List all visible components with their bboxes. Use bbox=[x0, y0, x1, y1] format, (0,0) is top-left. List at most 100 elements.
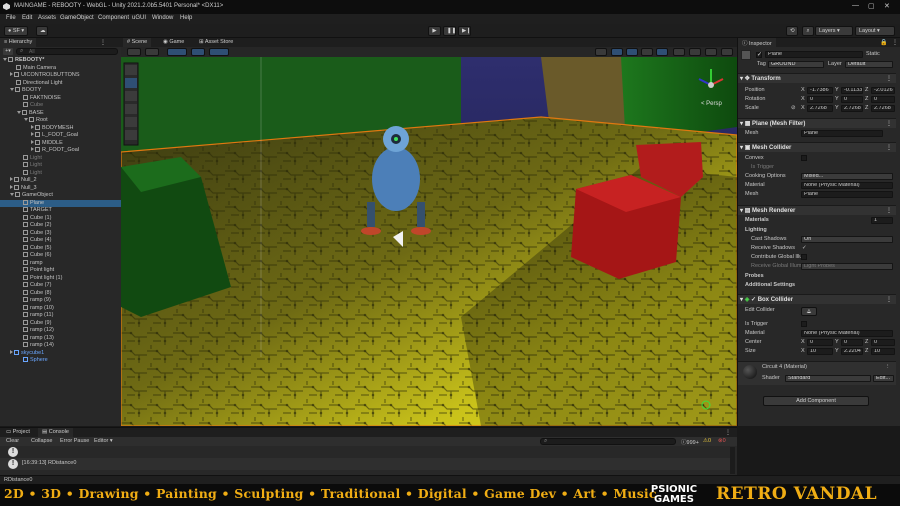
chevron-down-icon[interactable] bbox=[10, 88, 14, 91]
hierarchy-item[interactable]: TARGET bbox=[0, 207, 121, 215]
console-scrollbar[interactable] bbox=[730, 447, 735, 474]
hierarchy-item[interactable]: skycube1 bbox=[0, 349, 121, 358]
rotation-z-field[interactable]: 0 bbox=[871, 96, 895, 103]
more-icon[interactable]: ⋮ bbox=[892, 39, 898, 46]
component-menu-icon[interactable]: ⋮ bbox=[886, 119, 892, 129]
mesh-filter-header[interactable]: ▾ ▦ Plane (Mesh Filter) ⋮ bbox=[738, 118, 896, 128]
add-button[interactable]: +▾ bbox=[3, 48, 13, 55]
error-count-toggle[interactable]: ⊗0 bbox=[718, 438, 726, 444]
cloud-button[interactable]: ☁ bbox=[36, 26, 48, 36]
fx-toggle[interactable] bbox=[626, 48, 638, 56]
chevron-down-icon[interactable] bbox=[24, 118, 28, 121]
chevron-right-icon[interactable] bbox=[10, 349, 13, 354]
tab-asset-store[interactable]: ⊞ Asset Store bbox=[195, 38, 237, 47]
hierarchy-item[interactable]: BODYMESH bbox=[0, 124, 121, 133]
component-menu-icon[interactable]: ⋮ bbox=[886, 206, 892, 216]
camera-dropdown[interactable] bbox=[689, 48, 701, 56]
menu-file[interactable]: File bbox=[6, 15, 16, 21]
link-icon[interactable]: ⊘ bbox=[791, 104, 796, 112]
hierarchy-item[interactable]: L_FOOT_Goal bbox=[0, 132, 121, 140]
collider-mesh-field[interactable]: Plane bbox=[801, 191, 893, 198]
tab-scene[interactable]: # Scene bbox=[123, 38, 152, 47]
chevron-right-icon[interactable] bbox=[31, 139, 34, 144]
component-menu-icon[interactable]: ⋮ bbox=[886, 143, 892, 153]
tab-game[interactable]: ◉ Game bbox=[159, 38, 188, 47]
hierarchy-item[interactable]: GameObject bbox=[0, 192, 121, 200]
hierarchy-item[interactable]: ramp (13) bbox=[0, 334, 121, 343]
menu-component[interactable]: Component bbox=[98, 15, 129, 21]
hierarchy-item[interactable]: Point light bbox=[0, 267, 121, 275]
hidden-objects-toggle[interactable] bbox=[673, 48, 685, 56]
hierarchy-item[interactable]: Cube (6) bbox=[0, 252, 121, 260]
hierarchy-item[interactable]: Root bbox=[0, 117, 121, 125]
collider-material-field[interactable]: None (Physic Material) bbox=[801, 182, 893, 189]
log-entry[interactable] bbox=[0, 458, 730, 470]
chevron-right-icon[interactable] bbox=[31, 124, 34, 129]
hierarchy-item[interactable]: Cube (2) bbox=[0, 222, 121, 230]
maximize-button[interactable]: ▢ bbox=[868, 2, 875, 10]
chevron-right-icon[interactable] bbox=[10, 177, 13, 181]
box-collider-header[interactable]: ▾ ◈ ✓ Box Collider ⋮ bbox=[738, 294, 896, 304]
position-x-field[interactable]: -1.7386 bbox=[807, 87, 833, 94]
tag-dropdown[interactable]: GROUND bbox=[768, 61, 824, 68]
chevron-down-icon[interactable] bbox=[17, 110, 21, 114]
mesh-renderer-header[interactable]: ▾ ▤ Mesh Renderer ⋮ bbox=[738, 205, 896, 215]
chevron-down-icon[interactable] bbox=[10, 193, 14, 196]
hierarchy-item[interactable]: Cube (1) bbox=[0, 214, 121, 223]
lighting-foldout[interactable]: Lighting bbox=[745, 226, 767, 234]
center-z-field[interactable]: 0 bbox=[871, 339, 895, 346]
hierarchy-item[interactable]: Light bbox=[0, 162, 121, 170]
menu-help[interactable]: Help bbox=[180, 15, 192, 21]
position-y-field[interactable]: -0.1133 bbox=[841, 87, 863, 94]
position-z-field[interactable]: -2.0126 bbox=[871, 87, 895, 94]
lighting-toggle[interactable] bbox=[611, 48, 623, 56]
local-toggle[interactable] bbox=[167, 48, 187, 56]
minimize-button[interactable]: — bbox=[852, 2, 859, 9]
tab-console[interactable]: ▤ Console bbox=[38, 428, 73, 437]
history-button[interactable]: ⟲ bbox=[786, 26, 798, 36]
size-x-field[interactable]: 10 bbox=[807, 348, 833, 355]
chevron-right-icon[interactable] bbox=[10, 184, 13, 189]
scene-viewport[interactable]: < Persp bbox=[121, 57, 737, 426]
hierarchy-item[interactable]: Plane bbox=[0, 199, 121, 207]
hierarchy-item[interactable]: Light bbox=[0, 169, 121, 178]
shader-dropdown[interactable]: Standard bbox=[785, 375, 871, 382]
hierarchy-item[interactable]: Cube bbox=[0, 102, 121, 110]
hierarchy-item[interactable]: Cube (9) bbox=[0, 319, 121, 328]
hierarchy-item[interactable]: Directional Light bbox=[0, 79, 121, 88]
mesh-field[interactable]: Plane bbox=[801, 130, 883, 137]
additional-settings-foldout[interactable]: Additional Settings bbox=[745, 281, 795, 289]
search-button[interactable]: ⌕ bbox=[802, 26, 814, 36]
error-pause-button[interactable]: Error Pause bbox=[60, 438, 89, 444]
add-component-button[interactable]: Add Component bbox=[763, 396, 869, 406]
transform-header[interactable]: ▾ ✥ Transform ⋮ bbox=[738, 73, 896, 83]
menu-assets[interactable]: Assets bbox=[38, 15, 56, 21]
grid-toggle[interactable] bbox=[191, 48, 205, 56]
materials-foldout[interactable]: Materials bbox=[745, 216, 769, 224]
hierarchy-item[interactable]: ramp (10) bbox=[0, 304, 121, 313]
component-menu-icon[interactable]: ⋮ bbox=[886, 295, 892, 305]
convex-checkbox[interactable] bbox=[801, 155, 807, 161]
hierarchy-item[interactable]: Cube (7) bbox=[0, 282, 121, 290]
cooking-dropdown[interactable]: Mixed... bbox=[801, 173, 893, 180]
box-trigger-checkbox[interactable] bbox=[801, 321, 807, 327]
hierarchy-item[interactable]: UICONTROLBUTTONS bbox=[0, 72, 121, 80]
rotate-tool[interactable] bbox=[125, 91, 137, 101]
rotation-y-field[interactable]: 0 bbox=[841, 96, 863, 103]
layout-dropdown[interactable]: Layout ▾ bbox=[855, 26, 895, 36]
hierarchy-item[interactable]: Cube (5) bbox=[0, 244, 121, 253]
tab-project[interactable]: ▭ Project bbox=[2, 428, 34, 437]
edit-collider-button[interactable]: ⟁ bbox=[801, 307, 817, 316]
hierarchy-item[interactable]: Point light (1) bbox=[0, 274, 121, 283]
close-button[interactable]: ✕ bbox=[884, 2, 890, 10]
chevron-right-icon[interactable] bbox=[31, 147, 34, 151]
scale-x-field[interactable]: 2.7268 bbox=[807, 105, 833, 112]
scale-tool[interactable] bbox=[125, 104, 137, 114]
pause-button[interactable]: ❚❚ bbox=[443, 26, 456, 36]
search-scene-button[interactable] bbox=[721, 48, 733, 56]
transform-tool[interactable] bbox=[125, 130, 137, 140]
rotation-x-field[interactable]: 0 bbox=[807, 96, 833, 103]
hierarchy-item[interactable]: Cube (4) bbox=[0, 237, 121, 245]
component-menu-icon[interactable]: ⋮ bbox=[886, 74, 892, 84]
menu-edit[interactable]: Edit bbox=[22, 15, 32, 21]
